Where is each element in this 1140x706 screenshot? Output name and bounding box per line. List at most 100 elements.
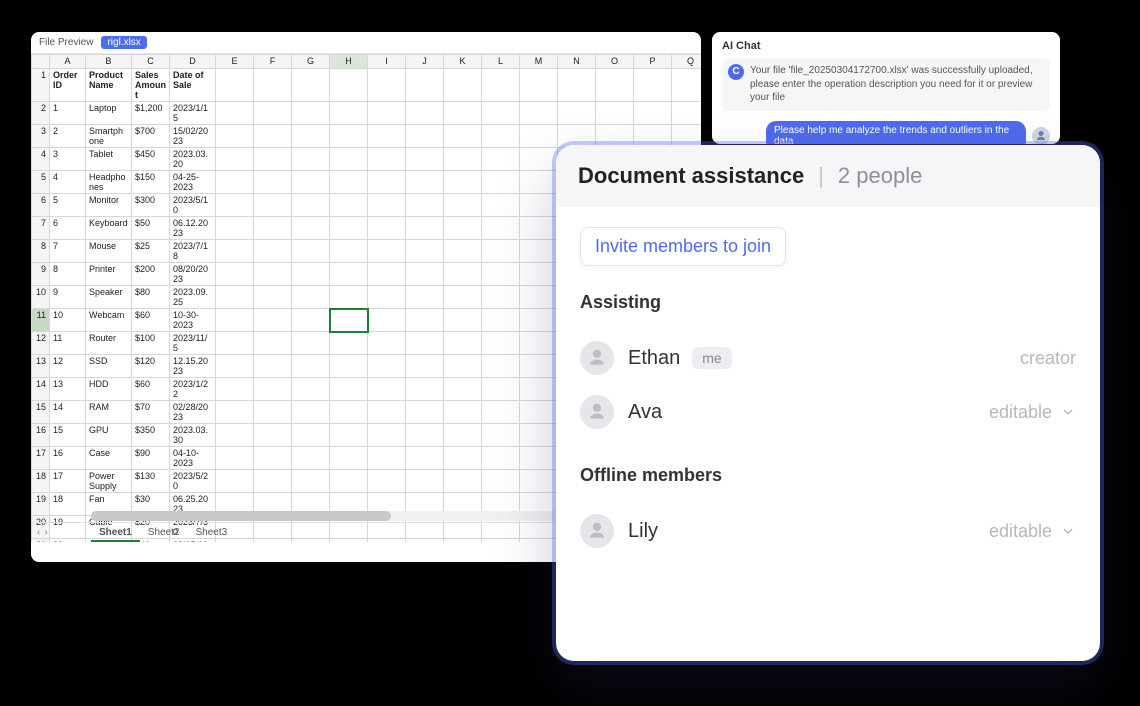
- cell[interactable]: Webcam: [86, 309, 132, 332]
- cell[interactable]: [216, 355, 254, 378]
- cell[interactable]: [330, 286, 368, 309]
- cell[interactable]: $25: [132, 240, 170, 263]
- cell[interactable]: [330, 194, 368, 217]
- cell[interactable]: [254, 194, 292, 217]
- cell[interactable]: [368, 447, 406, 470]
- row-header[interactable]: 17: [32, 447, 50, 470]
- cell[interactable]: [520, 102, 558, 125]
- cell[interactable]: Case: [86, 447, 132, 470]
- cell[interactable]: [368, 309, 406, 332]
- cell[interactable]: $100: [132, 332, 170, 355]
- cell[interactable]: [292, 332, 330, 355]
- column-header[interactable]: L: [482, 55, 520, 69]
- cell[interactable]: [292, 240, 330, 263]
- cell[interactable]: 2023/1/15: [170, 102, 216, 125]
- cell[interactable]: $80: [132, 286, 170, 309]
- cell[interactable]: [292, 171, 330, 194]
- cell[interactable]: GPU: [86, 424, 132, 447]
- cell[interactable]: [216, 286, 254, 309]
- cell[interactable]: [330, 309, 368, 332]
- cell[interactable]: [482, 355, 520, 378]
- cell[interactable]: 2023/1/22: [170, 378, 216, 401]
- cell[interactable]: [216, 447, 254, 470]
- cell[interactable]: [292, 69, 330, 102]
- cell[interactable]: $200: [132, 263, 170, 286]
- cell[interactable]: Date of Sale: [170, 69, 216, 102]
- member-role[interactable]: editable: [989, 521, 1076, 542]
- row-header[interactable]: 13: [32, 355, 50, 378]
- cell[interactable]: $50: [132, 217, 170, 240]
- cell[interactable]: [330, 401, 368, 424]
- cell[interactable]: 2023/11/5: [170, 332, 216, 355]
- cell[interactable]: [292, 401, 330, 424]
- cell[interactable]: [254, 102, 292, 125]
- cell[interactable]: [216, 69, 254, 102]
- cell[interactable]: [330, 424, 368, 447]
- cell[interactable]: [292, 102, 330, 125]
- cell[interactable]: [254, 217, 292, 240]
- cell[interactable]: [292, 470, 330, 493]
- cell[interactable]: [254, 286, 292, 309]
- cell[interactable]: [216, 148, 254, 171]
- row-header[interactable]: 14: [32, 378, 50, 401]
- row-header[interactable]: 6: [32, 194, 50, 217]
- cell[interactable]: Sales Amount: [132, 69, 170, 102]
- cell[interactable]: [254, 332, 292, 355]
- cell[interactable]: [330, 263, 368, 286]
- cell[interactable]: [292, 148, 330, 171]
- cell[interactable]: [520, 171, 558, 194]
- cell[interactable]: Order ID: [50, 69, 86, 102]
- cell[interactable]: [406, 470, 444, 493]
- cell[interactable]: [406, 332, 444, 355]
- cell[interactable]: [406, 309, 444, 332]
- cell[interactable]: [330, 102, 368, 125]
- cell[interactable]: [292, 378, 330, 401]
- cell[interactable]: [520, 148, 558, 171]
- cell[interactable]: $130: [132, 470, 170, 493]
- row-header[interactable]: 15: [32, 401, 50, 424]
- row-header[interactable]: 7: [32, 217, 50, 240]
- row-header[interactable]: 8: [32, 240, 50, 263]
- cell[interactable]: [482, 148, 520, 171]
- chevron-right-icon[interactable]: ›: [44, 527, 47, 538]
- horizontal-scrollbar-thumb[interactable]: [91, 511, 391, 521]
- cell[interactable]: [406, 240, 444, 263]
- sheet-tab[interactable]: Sheet1: [91, 525, 140, 542]
- column-header[interactable]: B: [86, 55, 132, 69]
- cell[interactable]: [444, 125, 482, 148]
- cell[interactable]: 12.15.2023: [170, 355, 216, 378]
- cell[interactable]: 2023/5/20: [170, 470, 216, 493]
- cell[interactable]: [482, 309, 520, 332]
- cell[interactable]: [672, 69, 702, 102]
- cell[interactable]: [216, 194, 254, 217]
- column-header[interactable]: F: [254, 55, 292, 69]
- row-header[interactable]: 1: [32, 69, 50, 102]
- cell[interactable]: [482, 263, 520, 286]
- cell[interactable]: [482, 378, 520, 401]
- sheet-tab[interactable]: Sheet3: [188, 525, 236, 540]
- column-header[interactable]: J: [406, 55, 444, 69]
- cell[interactable]: [444, 148, 482, 171]
- column-header[interactable]: Q: [672, 55, 702, 69]
- column-header[interactable]: G: [292, 55, 330, 69]
- cell[interactable]: [520, 447, 558, 470]
- cell[interactable]: [254, 69, 292, 102]
- cell[interactable]: [482, 217, 520, 240]
- cell[interactable]: [368, 217, 406, 240]
- cell[interactable]: [482, 240, 520, 263]
- cell[interactable]: [216, 401, 254, 424]
- cell[interactable]: [406, 148, 444, 171]
- row-header[interactable]: 4: [32, 148, 50, 171]
- cell[interactable]: Product Name: [86, 69, 132, 102]
- cell[interactable]: [292, 217, 330, 240]
- cell[interactable]: [330, 470, 368, 493]
- cell[interactable]: [254, 309, 292, 332]
- corner-cell[interactable]: [32, 55, 50, 69]
- cell[interactable]: Router: [86, 332, 132, 355]
- cell[interactable]: [216, 217, 254, 240]
- cell[interactable]: [368, 69, 406, 102]
- row-header[interactable]: 11: [32, 309, 50, 332]
- cell[interactable]: 16: [50, 447, 86, 470]
- cell[interactable]: Mouse: [86, 240, 132, 263]
- cell[interactable]: [368, 102, 406, 125]
